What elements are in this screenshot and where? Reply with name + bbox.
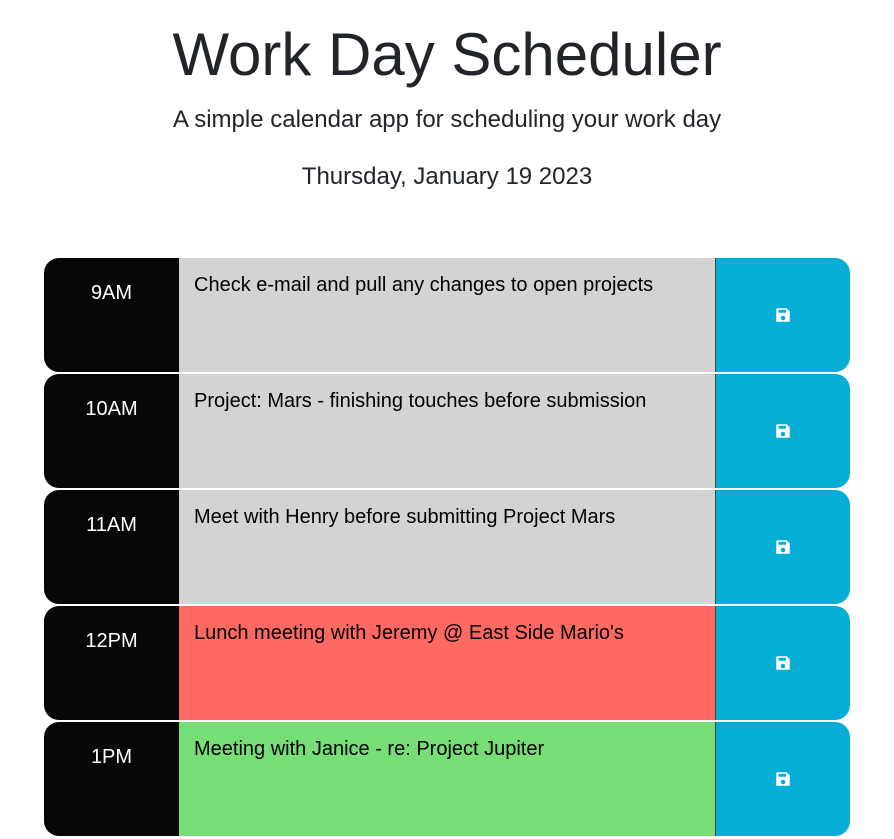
page-title: Work Day Scheduler bbox=[172, 21, 722, 88]
save-icon bbox=[776, 308, 790, 322]
hour-label: 10AM bbox=[44, 374, 179, 488]
task-input[interactable] bbox=[179, 490, 716, 604]
task-input[interactable] bbox=[179, 258, 716, 372]
save-button[interactable] bbox=[716, 490, 850, 604]
hour-label: 1PM bbox=[44, 722, 179, 836]
hour-label: 11AM bbox=[44, 490, 179, 604]
save-icon bbox=[776, 424, 790, 438]
save-icon bbox=[776, 772, 790, 786]
time-block-container: 9AM 10AM 11AM 12PM 1PM bbox=[44, 258, 850, 838]
task-input[interactable] bbox=[179, 374, 716, 488]
time-block-1pm: 1PM bbox=[44, 722, 850, 836]
save-button[interactable] bbox=[716, 374, 850, 488]
time-block-9am: 9AM bbox=[44, 258, 850, 372]
save-icon bbox=[776, 540, 790, 554]
save-button[interactable] bbox=[716, 722, 850, 836]
current-date: Thursday, January 19 2023 bbox=[301, 163, 593, 190]
time-block-12pm: 12PM bbox=[44, 606, 850, 720]
hour-label: 9AM bbox=[44, 258, 179, 372]
task-input[interactable] bbox=[179, 606, 716, 720]
page-subtitle: A simple calendar app for scheduling you… bbox=[172, 106, 722, 133]
save-button[interactable] bbox=[716, 606, 850, 720]
save-icon bbox=[776, 656, 790, 670]
task-input[interactable] bbox=[179, 722, 716, 836]
hour-label: 12PM bbox=[44, 606, 179, 720]
save-button[interactable] bbox=[716, 258, 850, 372]
time-block-11am: 11AM bbox=[44, 490, 850, 604]
time-block-10am: 10AM bbox=[44, 374, 850, 488]
